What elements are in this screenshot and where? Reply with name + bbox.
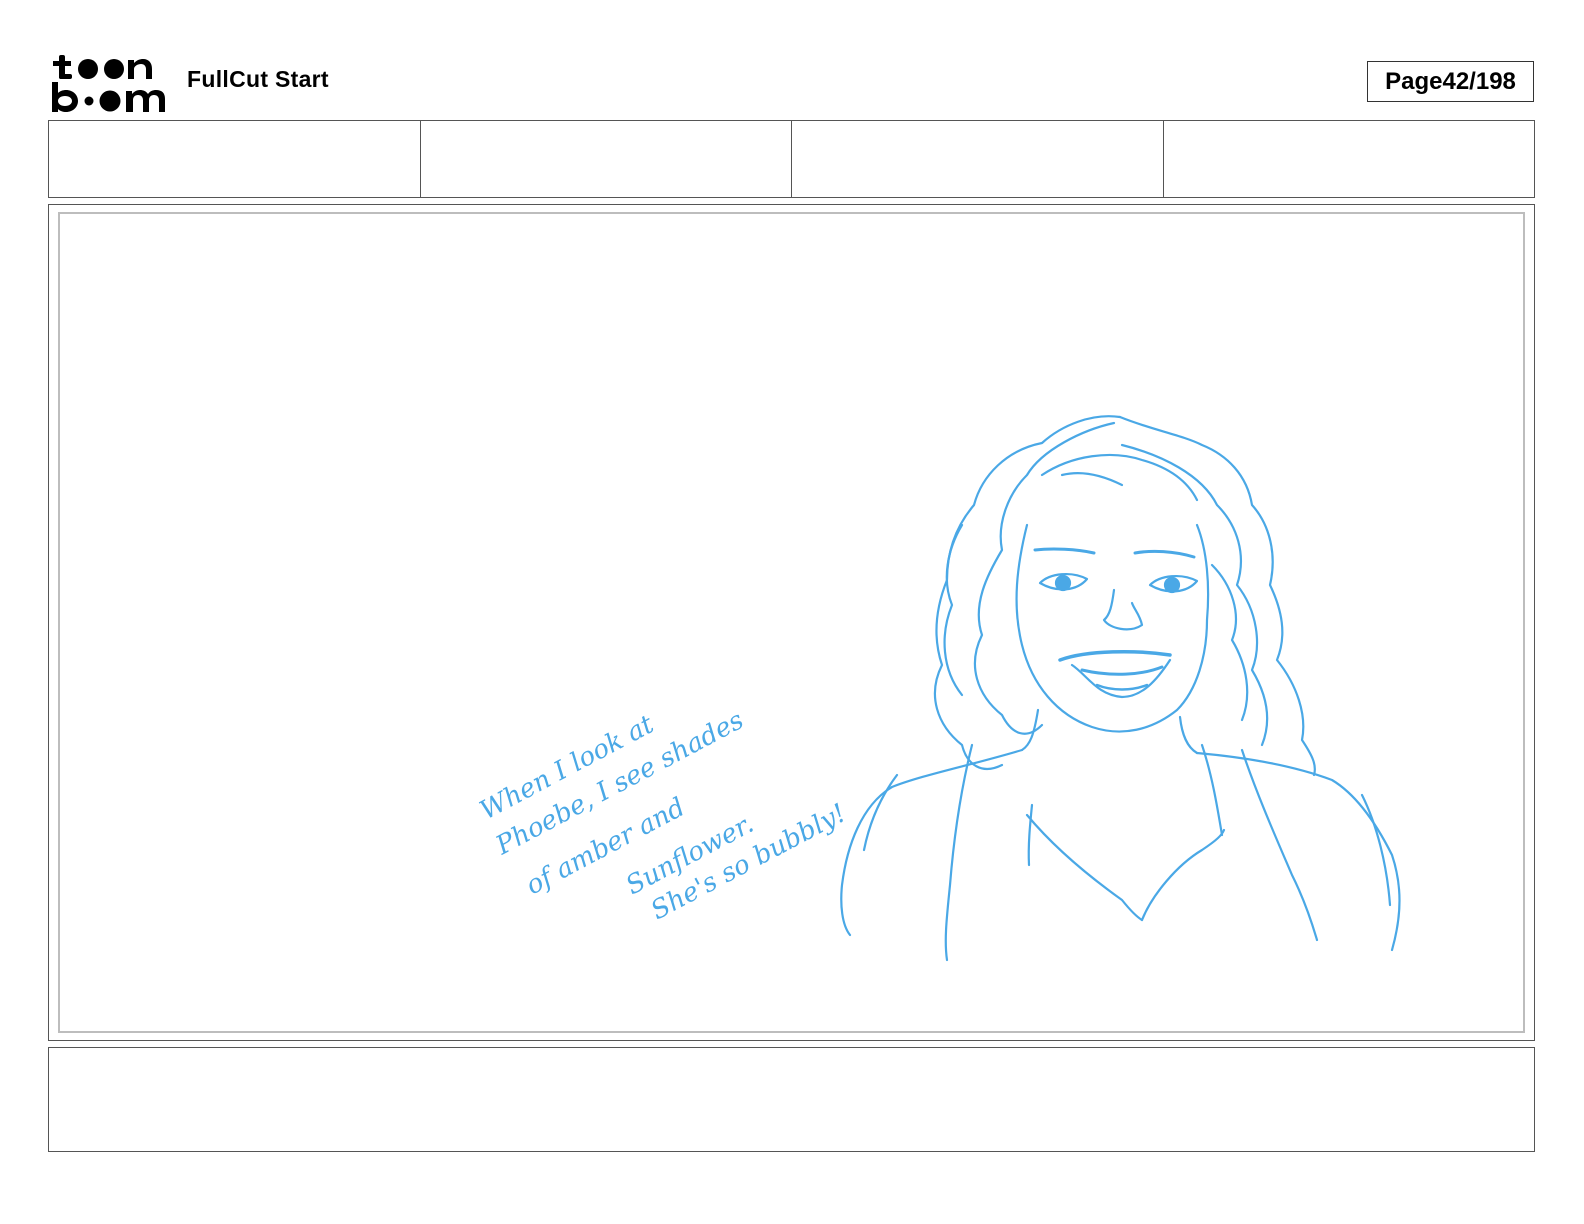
storyboard-panel[interactable]: When I look at Phoebe, I see shades of a… xyxy=(58,212,1525,1033)
notes-box[interactable] xyxy=(48,1047,1535,1152)
page-label: Page xyxy=(1385,67,1443,95)
storyboard-panel-frame: When I look at Phoebe, I see shades of a… xyxy=(48,204,1535,1041)
info-cell-1[interactable] xyxy=(49,121,421,197)
page-number: 42/198 xyxy=(1442,67,1516,95)
page-indicator: Page 42/198 xyxy=(1367,61,1534,102)
panel-sketch: When I look at Phoebe, I see shades of a… xyxy=(475,415,1401,962)
project-title: FullCut Start xyxy=(187,66,329,92)
info-cell-3[interactable] xyxy=(792,121,1164,197)
character-sketch xyxy=(840,415,1401,962)
handwritten-note: When I look at Phoebe, I see shades of a… xyxy=(475,705,851,926)
info-cell-4[interactable] xyxy=(1164,121,1535,197)
panel-info-row xyxy=(48,120,1535,198)
toon-boom-logo xyxy=(52,55,165,112)
info-cell-2[interactable] xyxy=(421,121,792,197)
